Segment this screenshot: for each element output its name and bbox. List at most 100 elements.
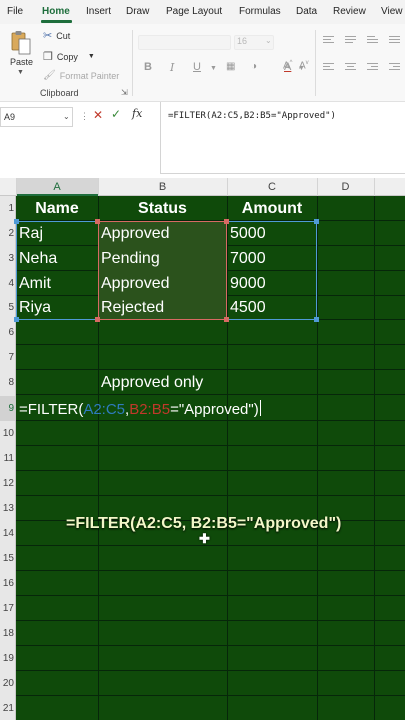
row-header[interactable]: 21: [0, 696, 15, 720]
range-handle[interactable]: [314, 317, 319, 322]
gridline: [16, 470, 405, 471]
borders-icon[interactable]: ▦: [226, 61, 235, 72]
row-header[interactable]: 5: [0, 295, 15, 320]
gridline: [16, 344, 405, 345]
gridline: [16, 670, 405, 671]
italic-button[interactable]: I: [170, 61, 174, 74]
paste-button-label[interactable]: Paste: [10, 57, 33, 67]
row-header[interactable]: 9: [0, 396, 15, 421]
gridline: [374, 196, 375, 720]
range-handle[interactable]: [14, 219, 19, 224]
tab-review[interactable]: Review: [333, 6, 366, 17]
cell-cursor-icon: ✚: [199, 531, 210, 546]
range-handle[interactable]: [224, 219, 229, 224]
tab-insert[interactable]: Insert: [86, 6, 111, 17]
format-painter-button[interactable]: 🖌 Format Painter: [43, 70, 119, 81]
name-box-value: A9: [4, 112, 16, 122]
range-handle[interactable]: [95, 317, 100, 322]
cell-a9-formula[interactable]: =FILTER(A2:C5,B2:B5="Approved"): [19, 400, 261, 418]
tab-draw[interactable]: Draw: [126, 6, 149, 17]
bold-button[interactable]: B: [144, 61, 152, 73]
gridline: [317, 196, 318, 720]
formula-ref-b: B2:B5: [129, 401, 171, 418]
formula-suffix: ="Approved"): [170, 401, 259, 418]
tab-home[interactable]: Home: [42, 6, 70, 17]
gridline: [16, 695, 405, 696]
column-header-d[interactable]: D: [317, 181, 374, 193]
dialog-launcher-icon[interactable]: ⇲: [121, 88, 128, 97]
ribbon-home: Paste ▼ ✂ Cut ❐ Copy ▼ 🖌 Format Painter …: [0, 24, 405, 102]
name-box[interactable]: A9 ⌄: [0, 107, 73, 127]
row-header[interactable]: 6: [0, 320, 15, 345]
row-header[interactable]: 8: [0, 370, 15, 395]
gridline: [16, 645, 405, 646]
align-center-icon[interactable]: [345, 63, 356, 72]
gridline: [16, 595, 405, 596]
range-handle[interactable]: [95, 219, 100, 224]
range-handle[interactable]: [314, 219, 319, 224]
row-header[interactable]: 20: [0, 671, 15, 696]
gridline: [16, 570, 405, 571]
font-size-value: 16: [237, 36, 248, 46]
paintbrush-icon: 🖌: [43, 70, 56, 81]
column-header-a[interactable]: A: [16, 181, 98, 193]
gridline: [16, 620, 405, 621]
row-header[interactable]: 14: [0, 521, 15, 546]
cancel-icon[interactable]: ✕: [93, 108, 103, 122]
row-header[interactable]: 19: [0, 646, 15, 671]
tab-page-layout[interactable]: Page Layout: [166, 6, 222, 17]
align-top-icon[interactable]: [323, 36, 334, 45]
row-header[interactable]: 15: [0, 546, 15, 571]
row-header[interactable]: 17: [0, 596, 15, 621]
font-name-box[interactable]: [138, 35, 231, 50]
row-header[interactable]: 1: [0, 196, 15, 221]
tab-data[interactable]: Data: [296, 6, 317, 17]
formula-text[interactable]: =FILTER(A2:C5,B2:B5="Approved"): [168, 111, 336, 121]
more-options-icon[interactable]: ⋮: [80, 111, 89, 122]
align-middle-icon[interactable]: [345, 36, 356, 45]
row-header[interactable]: 13: [0, 496, 15, 521]
indent-icon[interactable]: [389, 63, 400, 72]
cell-b8[interactable]: Approved only: [101, 374, 203, 392]
font-color-button[interactable]: A: [284, 61, 291, 73]
tab-view[interactable]: View: [381, 6, 403, 17]
align-bottom-icon[interactable]: [367, 36, 378, 45]
range-highlight-b2-b5: [98, 221, 227, 320]
tab-formulas[interactable]: Formulas: [239, 6, 281, 17]
header-status: Status: [138, 200, 187, 217]
chevron-down-icon: ▼: [210, 65, 217, 72]
range-handle[interactable]: [224, 317, 229, 322]
active-tab-indicator: [41, 20, 72, 23]
row-header[interactable]: 2: [0, 221, 15, 246]
align-right-icon[interactable]: [367, 63, 378, 72]
row-header[interactable]: 3: [0, 246, 15, 271]
header-amount: Amount: [241, 200, 303, 217]
row-header[interactable]: 11: [0, 446, 15, 471]
column-header-c[interactable]: C: [227, 181, 317, 193]
row-header[interactable]: 4: [0, 271, 15, 296]
row-header[interactable]: 7: [0, 345, 15, 370]
fill-color-icon[interactable]: ◑: [251, 61, 257, 72]
column-divider: [374, 178, 375, 196]
worksheet-grid[interactable]: A B C D 1 2 3 4 5 6 7 8 9 10 11 12 13 14 15 16 17 18 19 20 2…: [0, 178, 405, 720]
insert-function-icon[interactable]: fx: [132, 107, 142, 120]
cut-label: Cut: [56, 30, 71, 41]
paste-icon[interactable]: [11, 30, 31, 56]
row-header[interactable]: 16: [0, 571, 15, 596]
enter-check-icon[interactable]: ✓: [111, 107, 121, 121]
row-header[interactable]: 10: [0, 421, 15, 446]
copy-button[interactable]: ❐ Copy ▼: [43, 50, 95, 63]
orientation-icon[interactable]: [389, 36, 400, 45]
paste-dropdown-icon[interactable]: ▼: [17, 69, 24, 76]
row-header[interactable]: 18: [0, 621, 15, 646]
gridline: [16, 369, 405, 370]
chevron-down-icon: ⌄: [63, 112, 70, 121]
column-header-b[interactable]: B: [98, 181, 227, 193]
underline-button[interactable]: U: [193, 61, 201, 73]
cut-button[interactable]: ✂ Cut: [43, 29, 70, 42]
range-handle[interactable]: [14, 317, 19, 322]
row-header[interactable]: 12: [0, 471, 15, 496]
tab-file[interactable]: File: [7, 6, 23, 17]
align-left-icon[interactable]: [323, 63, 334, 72]
scissors-icon: ✂: [43, 30, 53, 42]
